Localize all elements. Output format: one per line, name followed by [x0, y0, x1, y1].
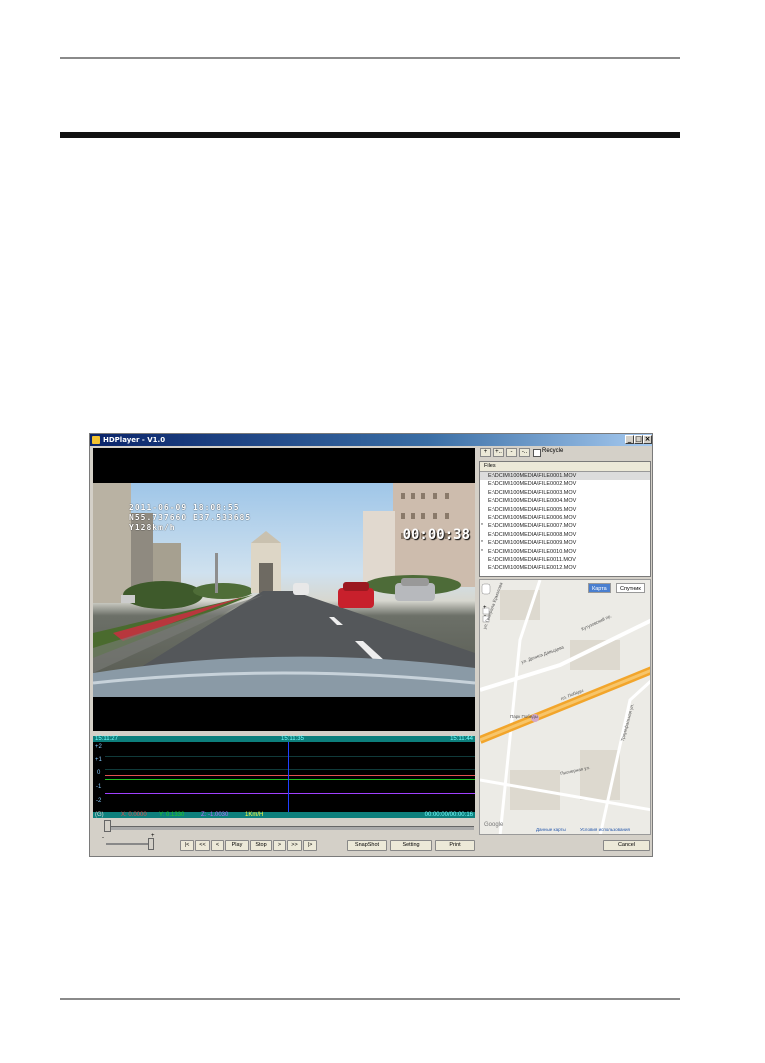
recycle-checkbox[interactable] [533, 449, 541, 457]
seek-thumb[interactable] [104, 820, 111, 832]
y-tick: -2 [96, 798, 102, 804]
file-name: E:\DCIM\100MEDIA\FILE0002.MOV [488, 481, 577, 488]
y-tick: -1 [96, 784, 102, 790]
volume-minus-label: - [102, 835, 104, 841]
file-name: E:\DCIM\100MEDIA\FILE0001.MOV [488, 473, 577, 479]
file-row[interactable]: E:\DCIM\100MEDIA\FILE0005.MOV [480, 506, 650, 514]
app-icon [92, 436, 100, 444]
file-name: E:\DCIM\100MEDIA\FILE0003.MOV [488, 489, 577, 496]
file-row[interactable]: E:\DCIM\100MEDIA\FILE0001.MOV [480, 472, 650, 481]
y-tick: +2 [95, 744, 102, 750]
file-name: E:\DCIM\100MEDIA\FILE0006.MOV [488, 514, 577, 521]
video-viewport[interactable]: 2011-06-09 18:08:55 N55.737660 E37.53368… [93, 448, 475, 731]
file-name: E:\DCIM\100MEDIA\FILE0012.MOV [488, 565, 577, 572]
y-tick: +1 [95, 757, 102, 763]
file-name: E:\DCIM\100MEDIA\FILE0008.MOV [488, 531, 577, 538]
first-button[interactable]: |< [180, 840, 194, 851]
print-button[interactable]: Print [435, 840, 475, 851]
y-value: Y: 0.1330 [159, 812, 185, 818]
file-row[interactable]: E:\DCIM\100MEDIA\FILE0008.MOV [480, 531, 650, 539]
file-name: E:\DCIM\100MEDIA\FILE0005.MOV [488, 506, 577, 513]
map-terms-link[interactable]: Условия использования [580, 827, 630, 832]
time-range: 00:00:00/00:00:16 [424, 812, 473, 818]
grid-line [105, 756, 475, 757]
graph-time-end: 15:11:44 [450, 736, 473, 742]
series-x-line [105, 775, 475, 776]
file-name: E:\DCIM\100MEDIA\FILE0010.MOV [488, 548, 577, 555]
file-mark: * [481, 523, 483, 530]
y-tick: 0 [97, 770, 101, 776]
play-button[interactable]: Play [225, 840, 249, 851]
file-row[interactable]: E:\DCIM\100MEDIA\FILE0004.MOV [480, 497, 650, 505]
speed-value: 1Km/H [245, 812, 264, 818]
stop-button[interactable]: Stop [250, 840, 272, 851]
title-bar[interactable]: HDPlayer - V1.0 _ □ × [90, 434, 652, 446]
tab-satellite[interactable]: Спутник [616, 583, 645, 593]
file-row[interactable]: E:\DCIM\100MEDIA\FILE0011.MOV [480, 556, 650, 564]
recycle-label: Recycle [542, 448, 564, 454]
map-canvas [480, 580, 650, 834]
remove-all-button[interactable]: -.. [519, 448, 530, 457]
volume-track[interactable] [106, 843, 152, 845]
remove-file-button[interactable]: - [506, 448, 517, 457]
file-mark: * [481, 540, 483, 547]
x-value: X: 0.0000 [121, 812, 147, 818]
osd-datetime: 2011-06-09 18:08:55 [129, 503, 240, 512]
step-back-button[interactable]: < [211, 840, 224, 851]
fast-forward-button[interactable]: >> [287, 840, 302, 851]
zoom-in-icon[interactable]: + [483, 605, 487, 611]
section-rule [60, 132, 680, 138]
video-frame: 2011-06-09 18:08:55 N55.737660 E37.53368… [93, 483, 475, 697]
add-folder-button[interactable]: +.. [493, 448, 504, 457]
file-name: E:\DCIM\100MEDIA\FILE0007.MOV [488, 523, 577, 530]
map-view[interactable]: + - Карта Спутник ул. Генерала Ермолова … [479, 579, 651, 835]
tab-map[interactable]: Карта [588, 583, 611, 593]
last-button[interactable]: |> [303, 840, 317, 851]
close-button[interactable]: × [643, 435, 652, 444]
file-list[interactable]: Files E:\DCIM\100MEDIA\FILE0001.MOV E:\DC… [479, 461, 651, 577]
add-file-button[interactable]: + [480, 448, 491, 457]
file-row[interactable]: E:\DCIM\100MEDIA\FILE0006.MOV [480, 514, 650, 522]
setting-button[interactable]: Setting [390, 840, 432, 851]
file-name: E:\DCIM\100MEDIA\FILE0004.MOV [488, 498, 577, 505]
step-forward-button[interactable]: > [273, 840, 286, 851]
cancel-button[interactable]: Cancel [603, 840, 650, 851]
file-mark: * [481, 548, 483, 555]
header-rule [60, 57, 680, 59]
seek-track[interactable] [106, 826, 474, 830]
z-value: Z: -1.0030 [201, 812, 229, 818]
osd-timecode: 00:00:38 [402, 527, 470, 543]
map-data-link[interactable]: Данные карты [536, 827, 566, 832]
poi-label: Парк Победы [510, 714, 538, 719]
osd-coordinates: N55.737660 E37.533685 [129, 513, 252, 522]
snapshot-button[interactable]: SnapShot [347, 840, 387, 851]
maximize-button[interactable]: □ [634, 435, 643, 444]
file-name: E:\DCIM\100MEDIA\FILE0011.MOV [488, 556, 576, 563]
hdplayer-window: HDPlayer - V1.0 _ □ × 2011-06-09 18:08:5… [89, 433, 653, 857]
graph-time-mid: 15:11:35 [281, 736, 304, 742]
graph-time-start: 15:11:27 [95, 736, 118, 742]
file-row[interactable]: E:\DCIM\100MEDIA\FILE0002.MOV [480, 480, 650, 488]
file-row[interactable]: * E:\DCIM\100MEDIA\FILE0007.MOV [480, 522, 650, 530]
file-row[interactable]: E:\DCIM\100MEDIA\FILE0012.MOV [480, 564, 650, 572]
volume-thumb[interactable] [148, 838, 154, 850]
series-y-line [105, 779, 475, 780]
gsensor-graph[interactable]: 15:11:27 15:11:35 15:11:44 +2 +1 0 -1 -2… [93, 736, 475, 818]
file-name: E:\DCIM\100MEDIA\FILE0009.MOV [488, 540, 577, 547]
file-row[interactable]: * E:\DCIM\100MEDIA\FILE0010.MOV [480, 548, 650, 556]
file-row[interactable]: * E:\DCIM\100MEDIA\FILE0009.MOV [480, 539, 650, 547]
map-logo: Google [484, 822, 504, 828]
grid-line [105, 769, 475, 770]
rewind-button[interactable]: << [195, 840, 210, 851]
time-cursor[interactable] [288, 742, 289, 812]
file-row[interactable]: E:\DCIM\100MEDIA\FILE0003.MOV [480, 489, 650, 497]
minimize-button[interactable]: _ [625, 435, 634, 444]
footer-rule [60, 998, 680, 1000]
files-column-header[interactable]: Files [480, 462, 650, 472]
series-z-line [105, 793, 475, 794]
window-title: HDPlayer - V1.0 [103, 436, 166, 444]
osd-speed: Y128km/h [129, 523, 176, 532]
g-unit-label: (G) [95, 812, 104, 818]
